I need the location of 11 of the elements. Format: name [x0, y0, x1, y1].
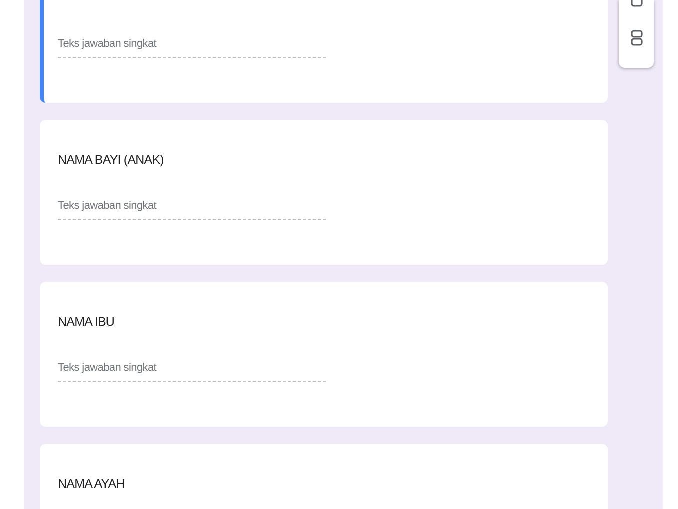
answer-field: Teks jawaban singkat: [58, 200, 326, 220]
question-card[interactable]: NAMA AYAH: [40, 444, 608, 509]
question-card[interactable]: Teks jawaban singkat: [40, 0, 608, 103]
question-title: NAMA IBU: [58, 315, 115, 330]
answer-field: Teks jawaban singkat: [58, 362, 326, 382]
question-card[interactable]: NAMA IBU Teks jawaban singkat: [40, 282, 608, 427]
question-title: NAMA BAYI (ANAK): [58, 153, 164, 168]
answer-field: Teks jawaban singkat: [58, 38, 326, 58]
question-title: NAMA AYAH: [58, 477, 125, 492]
question-card[interactable]: NAMA BAYI (ANAK) Teks jawaban singkat: [40, 120, 608, 265]
section-icon[interactable]: [630, 30, 642, 46]
